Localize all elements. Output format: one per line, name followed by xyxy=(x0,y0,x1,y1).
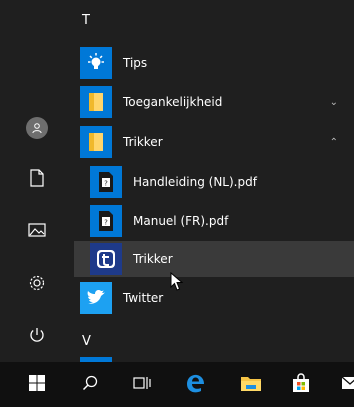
svg-text:?: ? xyxy=(104,219,108,227)
document-icon xyxy=(29,169,45,191)
trikker-app-icon xyxy=(90,243,122,275)
folder-icon xyxy=(80,86,112,118)
chevron-up-icon[interactable]: ⌃ xyxy=(330,137,338,148)
start-menu-rail xyxy=(0,0,74,362)
app-item-twitter[interactable]: Twitter xyxy=(74,280,354,316)
app-folder-toegankelijkheid[interactable]: Toegankelijkheid ⌄ xyxy=(74,84,354,120)
edge-browser-icon xyxy=(184,372,206,398)
mouse-cursor xyxy=(170,271,184,296)
chevron-down-icon[interactable]: ⌄ xyxy=(330,97,338,108)
user-avatar[interactable] xyxy=(0,106,74,150)
settings-button[interactable] xyxy=(0,263,74,307)
folder-icon xyxy=(240,374,262,396)
pdf-document-icon: ? xyxy=(90,205,122,237)
app-folder-trikker[interactable]: Trikker ⌃ xyxy=(74,124,354,160)
windows-logo-icon xyxy=(29,374,45,395)
search-button[interactable] xyxy=(68,362,112,407)
store-button[interactable] xyxy=(279,362,323,407)
user-icon xyxy=(26,117,48,139)
group-header-v[interactable]: V xyxy=(82,334,91,349)
group-header-t[interactable]: T xyxy=(82,13,90,28)
app-item-trikker[interactable]: Trikker xyxy=(74,241,354,277)
folder-icon xyxy=(80,126,112,158)
file-explorer-button[interactable] xyxy=(229,362,273,407)
app-item-label: Handleiding (NL).pdf xyxy=(133,175,257,189)
app-item-label: Manuel (FR).pdf xyxy=(133,214,229,228)
mail-icon xyxy=(341,375,354,394)
app-item-label: Tips xyxy=(123,56,148,70)
start-button[interactable] xyxy=(15,362,59,407)
mail-button[interactable] xyxy=(328,362,354,407)
gear-icon xyxy=(28,274,46,296)
power-icon xyxy=(28,326,46,348)
app-list: T Tips Toegankelijkheid ⌄ Trikker ⌃ ? Ha… xyxy=(74,0,354,362)
twitter-bird-icon xyxy=(80,282,112,314)
pictures-icon xyxy=(28,222,46,242)
store-bag-icon xyxy=(291,372,311,397)
app-folder-label: Toegankelijkheid xyxy=(123,95,223,109)
app-item-tips[interactable]: Tips xyxy=(74,45,354,81)
svg-text:?: ? xyxy=(104,180,108,188)
taskbar xyxy=(0,362,354,407)
pdf-document-icon: ? xyxy=(90,166,122,198)
power-button[interactable] xyxy=(0,315,74,359)
search-icon xyxy=(82,375,98,395)
task-view-icon xyxy=(133,375,151,395)
documents-button[interactable] xyxy=(0,158,74,202)
app-item-label: Trikker xyxy=(133,252,173,266)
app-item-label: Twitter xyxy=(123,291,164,305)
pictures-button[interactable] xyxy=(0,210,74,254)
app-item-handleiding-nl[interactable]: ? Handleiding (NL).pdf xyxy=(74,164,354,200)
app-folder-label: Trikker xyxy=(123,135,163,149)
edge-button[interactable] xyxy=(173,362,217,407)
task-view-button[interactable] xyxy=(120,362,164,407)
app-item-manuel-fr[interactable]: ? Manuel (FR).pdf xyxy=(74,203,354,239)
lightbulb-icon xyxy=(80,47,112,79)
